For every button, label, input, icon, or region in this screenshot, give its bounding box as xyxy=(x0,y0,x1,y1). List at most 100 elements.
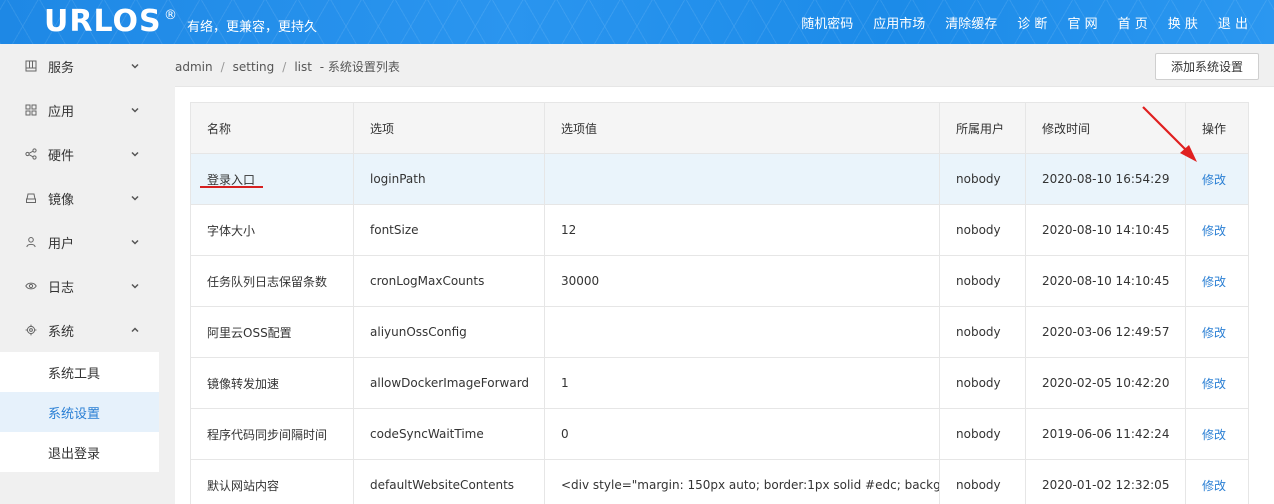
cell-name: 阿里云OSS配置 xyxy=(190,306,354,358)
sidebar-subitem-system-settings[interactable]: 系统设置 xyxy=(0,392,159,432)
breadcrumb-list: list xyxy=(294,60,312,74)
eye-icon xyxy=(24,279,38,293)
sidebar-item-service[interactable]: 服务 xyxy=(0,44,159,88)
edit-link[interactable]: 修改 xyxy=(1202,377,1226,391)
sidebar-item-label: 镜像 xyxy=(48,192,75,208)
edit-link[interactable]: 修改 xyxy=(1202,428,1226,442)
settings-panel: 名称 选项 选项值 所属用户 修改时间 操作 登录入口 loginPath no… xyxy=(175,86,1274,504)
cell-action: 修改 xyxy=(1185,357,1249,409)
nav-diagnose[interactable]: 诊 断 xyxy=(1017,13,1047,32)
cell-value xyxy=(544,153,940,205)
cell-time: 2019-06-06 11:42:24 xyxy=(1025,408,1186,460)
slogan: 有络，更兼容，更持久 xyxy=(187,20,318,35)
cell-time: 2020-02-05 10:42:20 xyxy=(1025,357,1186,409)
cell-name: 字体大小 xyxy=(190,204,354,256)
sidebar-item-label: 用户 xyxy=(48,236,75,252)
column-header-option: 选项 xyxy=(353,102,545,154)
cell-option: defaultWebsiteContents xyxy=(353,459,545,504)
cell-value: 1 xyxy=(544,357,940,409)
logo[interactable]: URLOS xyxy=(44,3,162,41)
sidebar-item-images[interactable]: 镜像 xyxy=(0,176,159,220)
column-header-action: 操作 xyxy=(1185,102,1249,154)
breadcrumb-page-title: - 系统设置列表 xyxy=(319,60,400,74)
table-row: 镜像转发加速 allowDockerImageForward 1 nobody … xyxy=(190,357,1249,409)
cell-option: loginPath xyxy=(353,153,545,205)
breadcrumb-admin[interactable]: admin xyxy=(175,60,213,74)
sidebar-item-logs[interactable]: 日志 xyxy=(0,264,159,308)
cell-value xyxy=(544,306,940,358)
gear-icon xyxy=(24,323,38,337)
sidebar-item-label: 硬件 xyxy=(48,148,75,164)
chevron-down-icon xyxy=(131,283,139,289)
cell-action: 修改 xyxy=(1185,306,1249,358)
cell-value: 12 xyxy=(544,204,940,256)
sidebar: 服务 应用 硬件 镜像 用户 日志 系统 系统工具 系统设置 退出登录 xyxy=(0,44,159,504)
cell-value: 30000 xyxy=(544,255,940,307)
column-header-name: 名称 xyxy=(190,102,354,154)
annotation-underline xyxy=(200,186,263,188)
cell-action: 修改 xyxy=(1185,408,1249,460)
sidebar-item-system[interactable]: 系统 xyxy=(0,308,159,352)
edit-link[interactable]: 修改 xyxy=(1202,224,1226,238)
drive-icon xyxy=(24,191,38,205)
cell-name: 登录入口 xyxy=(190,153,354,205)
chevron-down-icon xyxy=(131,63,139,69)
chevron-down-icon xyxy=(131,239,139,245)
cell-value: 0 xyxy=(544,408,940,460)
column-header-time: 修改时间 xyxy=(1025,102,1186,154)
cell-time: 2020-03-06 12:49:57 xyxy=(1025,306,1186,358)
nav-home[interactable]: 首 页 xyxy=(1118,13,1148,32)
chevron-down-icon xyxy=(131,107,139,113)
cell-action: 修改 xyxy=(1185,459,1249,504)
cell-option: aliyunOssConfig xyxy=(353,306,545,358)
cell-action: 修改 xyxy=(1185,153,1249,205)
column-header-value: 选项值 xyxy=(544,102,940,154)
cell-time: 2020-08-10 14:10:45 xyxy=(1025,255,1186,307)
edit-link[interactable]: 修改 xyxy=(1202,326,1226,340)
edit-link[interactable]: 修改 xyxy=(1202,275,1226,289)
nav-app-market[interactable]: 应用市场 xyxy=(873,13,925,32)
registered-mark: ® xyxy=(164,8,177,23)
edit-link[interactable]: 修改 xyxy=(1202,479,1226,493)
sidebar-item-hardware[interactable]: 硬件 xyxy=(0,132,159,176)
sidebar-item-label: 日志 xyxy=(48,280,75,296)
sidebar-subitem-logout[interactable]: 退出登录 xyxy=(0,432,159,472)
nav-random-password[interactable]: 随机密码 xyxy=(801,13,853,32)
cell-time: 2020-08-10 14:10:45 xyxy=(1025,204,1186,256)
main-content: admin / setting / list - 系统设置列表 添加系统设置 名称 选项… xyxy=(159,44,1274,504)
nav-logout[interactable]: 退 出 xyxy=(1218,13,1248,32)
breadcrumb-setting[interactable]: setting xyxy=(233,60,275,74)
cell-option: fontSize xyxy=(353,204,545,256)
cell-user: nobody xyxy=(939,255,1026,307)
cell-name: 程序代码同步间隔时间 xyxy=(190,408,354,460)
cell-name: 任务队列日志保留条数 xyxy=(190,255,354,307)
nav-clear-cache[interactable]: 清除缓存 xyxy=(945,13,997,32)
nav-official-site[interactable]: 官 网 xyxy=(1067,13,1097,32)
cell-action: 修改 xyxy=(1185,255,1249,307)
sidebar-item-apps[interactable]: 应用 xyxy=(0,88,159,132)
user-icon xyxy=(24,235,38,249)
cell-user: nobody xyxy=(939,153,1026,205)
nav-change-skin[interactable]: 换 肤 xyxy=(1168,13,1198,32)
sidebar-item-label: 应用 xyxy=(48,104,75,120)
sidebar-subitem-system-tools[interactable]: 系统工具 xyxy=(0,352,159,392)
system-submenu: 系统工具 系统设置 退出登录 xyxy=(0,352,159,472)
cell-user: nobody xyxy=(939,306,1026,358)
share-nodes-icon xyxy=(24,147,38,161)
column-header-user: 所属用户 xyxy=(939,102,1026,154)
cell-option: cronLogMaxCounts xyxy=(353,255,545,307)
breadcrumb-separator: / xyxy=(282,60,287,74)
cell-name: 默认网站内容 xyxy=(190,459,354,504)
edit-link[interactable]: 修改 xyxy=(1202,173,1226,187)
apps-icon xyxy=(24,103,38,117)
cell-option: codeSyncWaitTime xyxy=(353,408,545,460)
sidebar-item-label: 服务 xyxy=(48,60,75,76)
sidebar-item-users[interactable]: 用户 xyxy=(0,220,159,264)
breadcrumb: admin / setting / list - 系统设置列表 xyxy=(175,58,400,75)
sidebar-item-label: 系统 xyxy=(48,324,75,340)
add-system-setting-button[interactable]: 添加系统设置 xyxy=(1155,53,1259,80)
table-row: 程序代码同步间隔时间 codeSyncWaitTime 0 nobody 201… xyxy=(190,408,1249,460)
cell-user: nobody xyxy=(939,357,1026,409)
cell-value: <div style="margin: 150px auto; border:1… xyxy=(544,459,940,504)
table-row: 登录入口 loginPath nobody 2020-08-10 16:54:2… xyxy=(190,153,1249,205)
